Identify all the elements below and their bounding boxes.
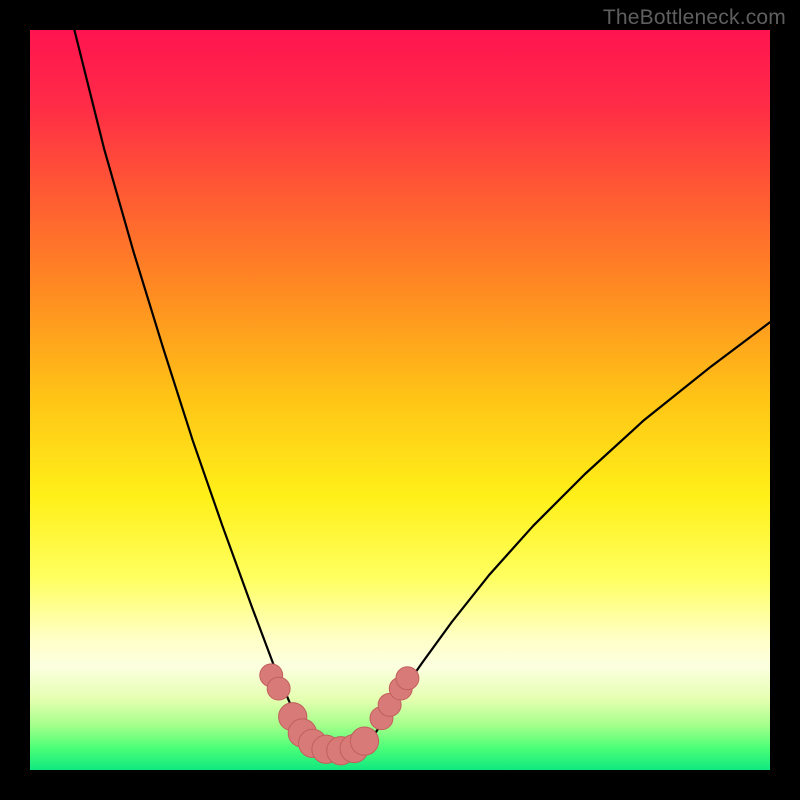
curve-left-branch (74, 30, 305, 740)
data-dot (396, 667, 419, 690)
data-dot (267, 677, 290, 700)
curve-right-branch (370, 322, 770, 740)
bottleneck-curve (30, 30, 770, 770)
watermark-label: TheBottleneck.com (603, 6, 786, 30)
data-dot (350, 727, 378, 755)
plot-area (30, 30, 770, 770)
chart-frame: TheBottleneck.com (0, 0, 800, 800)
